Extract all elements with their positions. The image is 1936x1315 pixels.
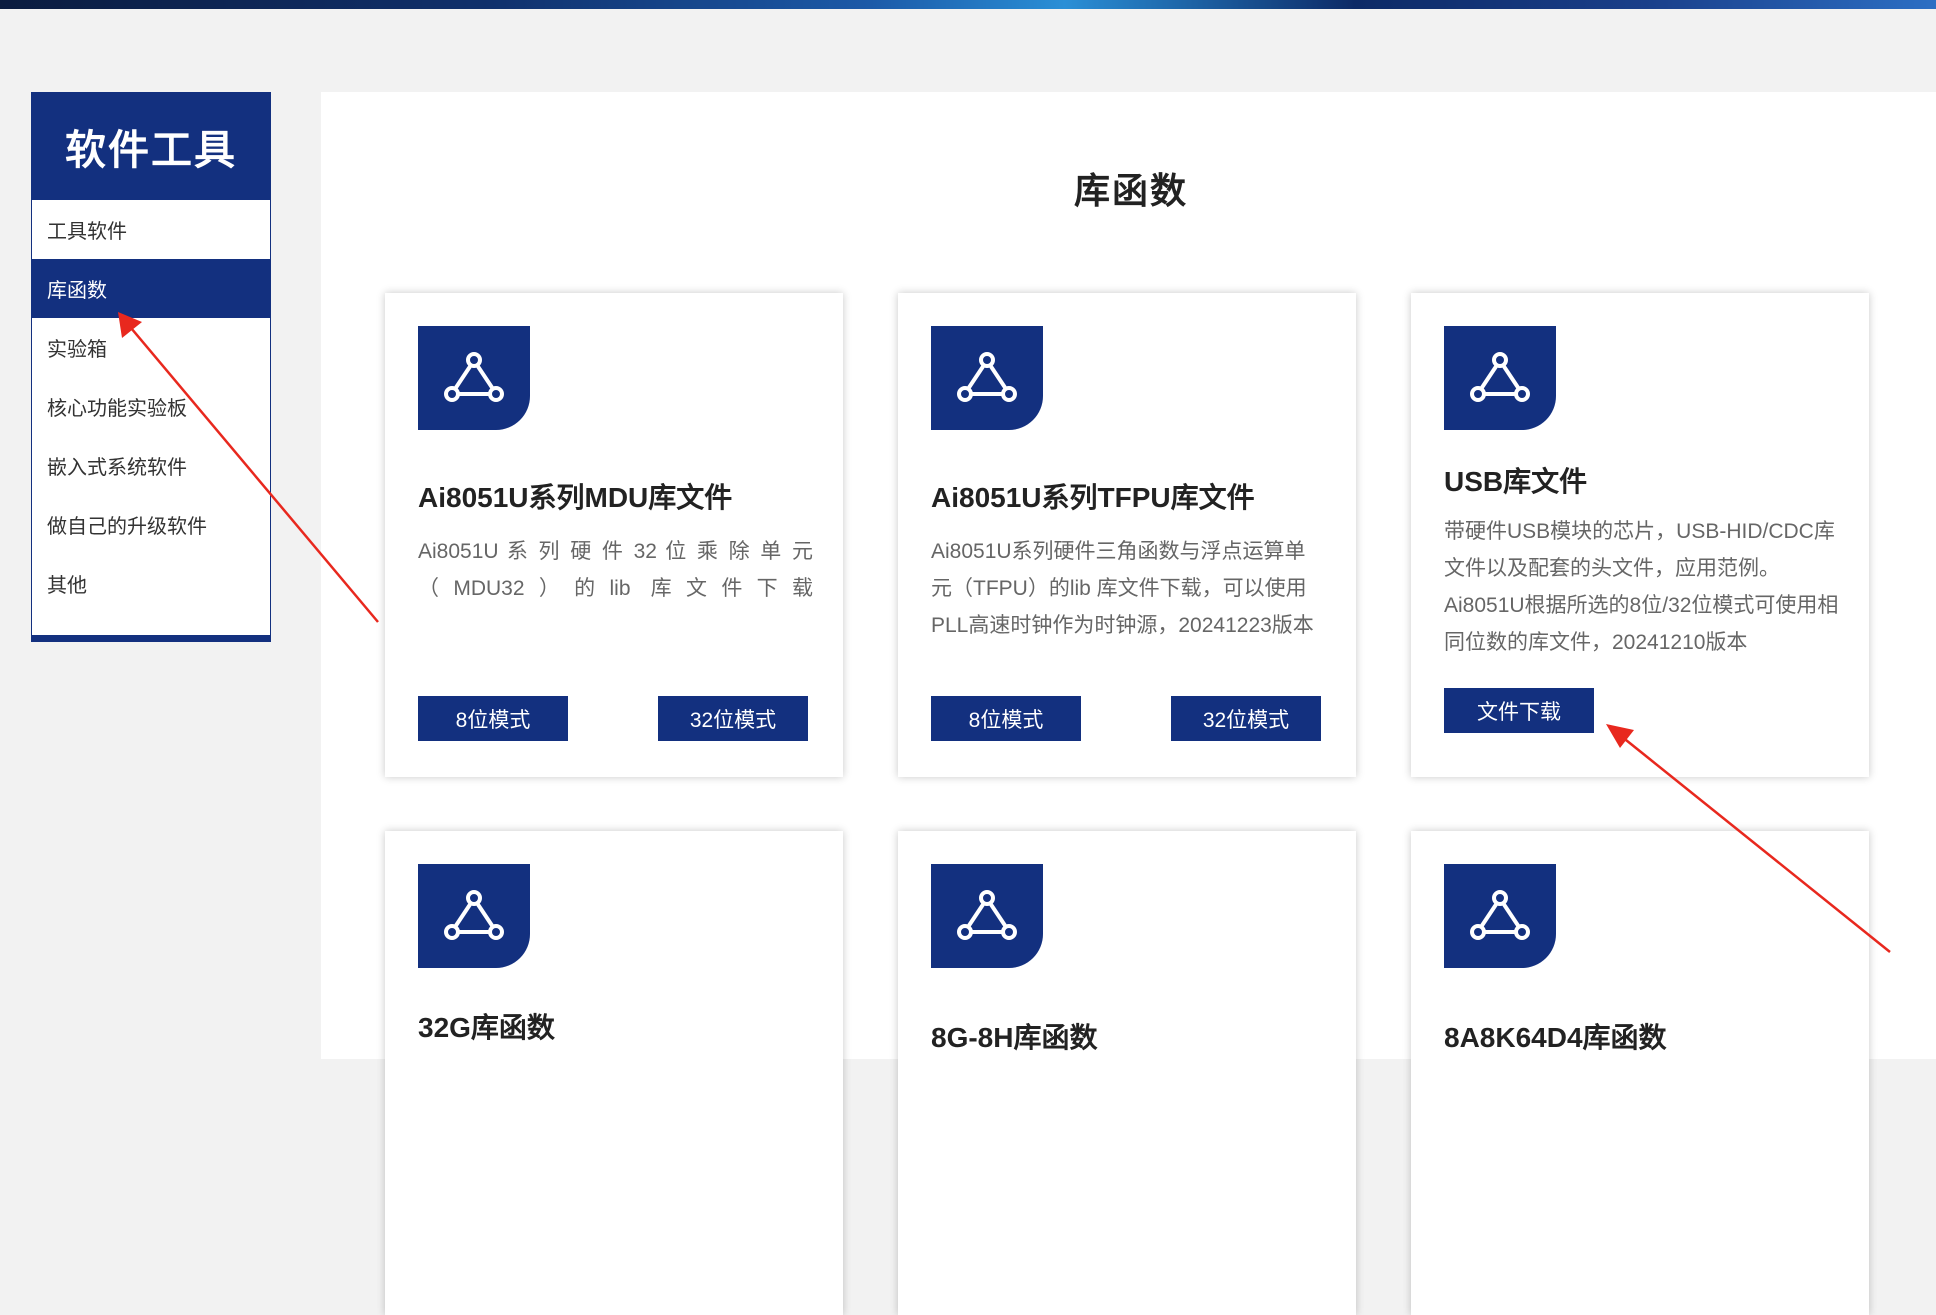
page-title: 库函数 — [1073, 170, 1188, 211]
share-network-icon — [418, 326, 530, 430]
share-network-icon — [1444, 864, 1556, 968]
main-content: 库函数 Ai8051U系列MDU库文件 Ai8051U 系 列 硬 件 32 位… — [321, 92, 1936, 1315]
sidebar-item-upgrade-software[interactable]: 做自己的升级软件 — [32, 495, 270, 554]
card-title: 8G-8H库函数 — [931, 1022, 1098, 1053]
sidebar-item-core-board[interactable]: 核心功能实验板 — [32, 377, 270, 436]
card-title: 32G库函数 — [418, 1012, 555, 1043]
sidebar-item-embedded-software[interactable]: 嵌入式系统软件 — [32, 436, 270, 495]
sidebar-title: 软件工具 — [32, 92, 270, 200]
share-network-icon — [1444, 326, 1556, 430]
card-title: USB库文件 — [1444, 466, 1588, 497]
sidebar-item-lab-box[interactable]: 实验箱 — [32, 318, 270, 377]
card-description: Ai8051U 系 列 硬 件 32 位 乘 除 单 元 （MDU32）的lib… — [418, 540, 813, 600]
card-title: 8A8K64D4库函数 — [1444, 1022, 1667, 1053]
sidebar-item-tools[interactable]: 工具软件 — [32, 200, 270, 259]
library-card-tfpu: Ai8051U系列TFPU库文件 Ai8051U系列硬件三角函数与浮点运算单元（… — [898, 293, 1356, 777]
sidebar-item-library[interactable]: 库函数 — [32, 259, 270, 318]
library-card-32g: 32G库函数 — [385, 831, 843, 1315]
share-network-icon — [931, 864, 1043, 968]
card-title: Ai8051U系列MDU库文件 — [418, 482, 733, 513]
library-card-8a8k64d4: 8A8K64D4库函数 — [1411, 831, 1869, 1315]
card-description: 带硬件USB模块的芯片，USB-HID/CDC库文件以及配套的头文件，应用范例。… — [1444, 520, 1839, 654]
sidebar-item-other[interactable]: 其他 — [32, 554, 270, 613]
share-network-icon — [418, 864, 530, 968]
download-8bit-button[interactable]: 8位模式 — [418, 696, 568, 741]
share-network-icon — [931, 326, 1043, 430]
download-8bit-button[interactable]: 8位模式 — [931, 696, 1081, 741]
library-card-8g-8h: 8G-8H库函数 — [898, 831, 1356, 1315]
card-title: Ai8051U系列TFPU库文件 — [931, 482, 1255, 513]
download-32bit-button[interactable]: 32位模式 — [658, 696, 808, 741]
download-32bit-button[interactable]: 32位模式 — [1171, 696, 1321, 741]
sidebar-nav: 软件工具 工具软件 库函数 实验箱 核心功能实验板 嵌入式系统软件 做自己的升级… — [31, 92, 271, 642]
top-banner — [0, 0, 1936, 9]
file-download-button[interactable]: 文件下载 — [1444, 688, 1594, 733]
card-description: Ai8051U系列硬件三角函数与浮点运算单元（TFPU）的lib 库文件下载，可… — [931, 540, 1314, 637]
library-card-mdu: Ai8051U系列MDU库文件 Ai8051U 系 列 硬 件 32 位 乘 除… — [385, 293, 843, 777]
library-card-usb: USB库文件 带硬件USB模块的芯片，USB-HID/CDC库文件以及配套的头文… — [1411, 293, 1869, 777]
